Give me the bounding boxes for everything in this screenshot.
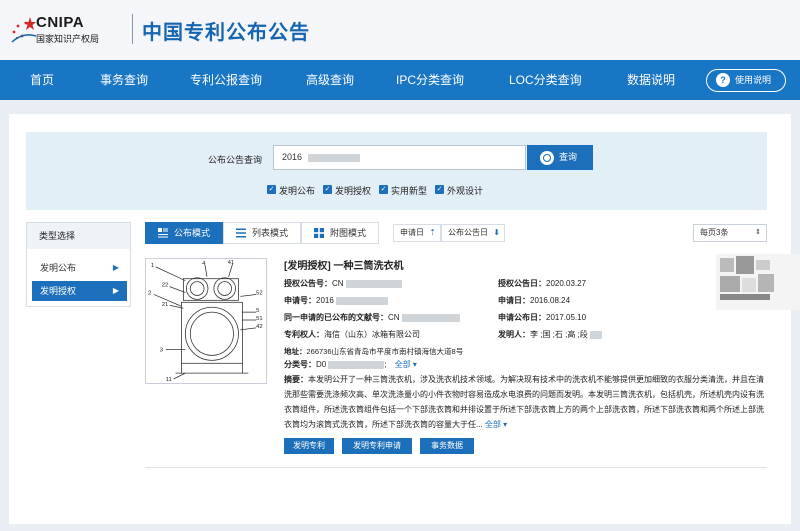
drawing-label: 21 — [162, 302, 169, 308]
search-label: 公布公告查询 — [208, 155, 263, 165]
patentee-field: 专利权人：海信（山东）冰箱有限公司 — [284, 330, 420, 339]
checkmark-icon: ✓ — [379, 185, 388, 194]
app-date-field: 申请日：2016.08.24 — [498, 296, 571, 305]
invention-application-button[interactable]: 发明专利申请 — [342, 438, 412, 454]
drawing-label: 3 — [160, 347, 164, 353]
class-field: 分类号：D0; 全部 ▾ — [284, 360, 417, 369]
list-icon — [236, 228, 246, 238]
main-content: 公布公告查询 2016 查询 ✓ 发明公布 ✓ 发明授权 ✓ 实用新型 ✓ 外观… — [9, 114, 791, 524]
abstract-block: 摘要：本发明公开了一种三筒洗衣机，涉及洗衣机技术领域。为解决现有技术中的洗衣机不… — [284, 375, 764, 429]
site-title: 中国专利公布公告 — [142, 22, 310, 44]
sort-apply-date[interactable]: 申请日 ⇡ — [393, 224, 441, 242]
checkmark-icon: ✓ — [267, 185, 276, 194]
chevron-right-icon: ▶ — [112, 286, 119, 295]
qr-code-thumbnail — [716, 254, 800, 310]
search-input[interactable]: 2016 — [273, 145, 526, 170]
affairs-data-button[interactable]: 事务数据 — [420, 438, 474, 454]
drawing-label: 22 — [162, 283, 169, 289]
class-expand-link[interactable]: 全部 ▾ — [395, 360, 417, 369]
drawing-label: 41 — [228, 260, 235, 266]
chevron-right-icon: ▶ — [112, 263, 119, 272]
invention-patent-button[interactable]: 发明专利 — [284, 438, 334, 454]
prior-pub-field: 同一申请的已公布的文献号：CN — [284, 312, 460, 323]
address-field: 地址：266736山东省青岛市平度市南村镇海信大道8号 — [284, 347, 464, 356]
drawing-label: 11 — [166, 377, 172, 383]
nav-advanced[interactable]: 高级查询 — [306, 60, 354, 100]
nav-ipc[interactable]: IPC分类查询 — [396, 60, 464, 100]
sort-down-icon: ⬇ — [493, 228, 500, 237]
abstract-expand-link[interactable]: 全部 ▾ — [485, 420, 507, 429]
nav-loc[interactable]: LOC分类查询 — [509, 60, 582, 100]
drawing-label: 51 — [256, 316, 263, 322]
per-page-select[interactable]: 每页3条 ⇕ — [693, 224, 767, 242]
nav-gazette[interactable]: 专利公报查询 — [190, 60, 262, 100]
drawing-label: 42 — [256, 324, 263, 330]
search-button[interactable]: 查询 — [527, 145, 593, 170]
search-button-label: 查询 — [559, 152, 578, 162]
nav-affairs[interactable]: 事务查询 — [100, 60, 148, 100]
tab-publication-mode[interactable]: 公布模式 — [145, 222, 223, 244]
inventor-field: 发明人：李 ;国 ;石 ;高 ;段 — [498, 329, 602, 340]
drawing-label: 52 — [256, 290, 263, 296]
grant-no-field: 授权公告号：CN — [284, 278, 402, 289]
redacted-text — [589, 330, 602, 339]
chevron-updown-icon: ⇕ — [755, 229, 761, 236]
result-card: 1 4 41 2 22 21 52 5 51 42 3 11 [发明授权] 一种… — [145, 254, 767, 468]
sidebar-title: 类型选择 — [27, 223, 130, 249]
redacted-text — [345, 279, 402, 288]
redacted-text — [335, 296, 388, 305]
sort-up-icon: ⇡ — [429, 228, 436, 237]
drawing-label: 5 — [256, 308, 260, 314]
lightbulb-icon: ? — [716, 73, 730, 87]
drawing-label: 1 — [151, 263, 154, 269]
tab-drawing-mode[interactable]: 附图模式 — [301, 222, 379, 244]
patent-drawing-thumbnail[interactable]: 1 4 41 2 22 21 52 5 51 42 3 11 — [145, 258, 267, 384]
tab-list-mode[interactable]: 列表模式 — [223, 222, 301, 244]
nav-home[interactable]: 首页 — [30, 60, 54, 100]
nav-data-desc[interactable]: 数据说明 — [627, 60, 675, 100]
search-input-value: 2016 — [282, 152, 303, 162]
search-icon — [540, 151, 554, 165]
type-sidebar: 类型选择 发明公布 ▶ 发明授权 ▶ — [26, 222, 131, 307]
redacted-text — [307, 153, 360, 162]
result-title[interactable]: [发明授权] 一种三筒洗衣机 — [284, 257, 403, 272]
main-nav: 首页 事务查询 专利公报查询 高级查询 IPC分类查询 LOC分类查询 数据说明… — [0, 60, 800, 100]
prior-pub-date-field: 申请公布日：2017.05.10 — [498, 313, 587, 322]
grid-icon — [314, 228, 324, 238]
help-label: 使用说明 — [735, 75, 772, 85]
site-header: CNIPA 国家知识产权局 中国专利公布公告 — [0, 0, 800, 60]
doc-list-icon — [158, 228, 168, 238]
checkmark-icon: ✓ — [323, 185, 332, 194]
logo-subtitle: 国家知识产权局 — [36, 35, 100, 45]
search-panel: 公布公告查询 2016 查询 ✓ 发明公布 ✓ 发明授权 ✓ 实用新型 ✓ 外观… — [26, 132, 767, 210]
redacted-text — [401, 313, 460, 322]
drawing-label: 2 — [148, 290, 151, 296]
logo-text: CNIPA — [36, 14, 85, 31]
redacted-text — [328, 360, 385, 369]
logo-divider — [132, 14, 133, 44]
help-button[interactable]: ? 使用说明 — [706, 69, 786, 92]
checkmark-icon: ✓ — [435, 185, 444, 194]
app-no-field: 申请号：2016 — [284, 295, 388, 306]
cnipa-star-icon — [11, 17, 37, 43]
grant-date-field: 授权公告日：2020.03.27 — [498, 279, 587, 288]
sidebar-item-invention-grant[interactable]: 发明授权 ▶ — [32, 281, 127, 301]
sort-pub-date[interactable]: 公布公告日 ⬇ — [441, 224, 505, 242]
sidebar-item-invention-pub[interactable]: 发明公布 ▶ — [32, 258, 127, 278]
